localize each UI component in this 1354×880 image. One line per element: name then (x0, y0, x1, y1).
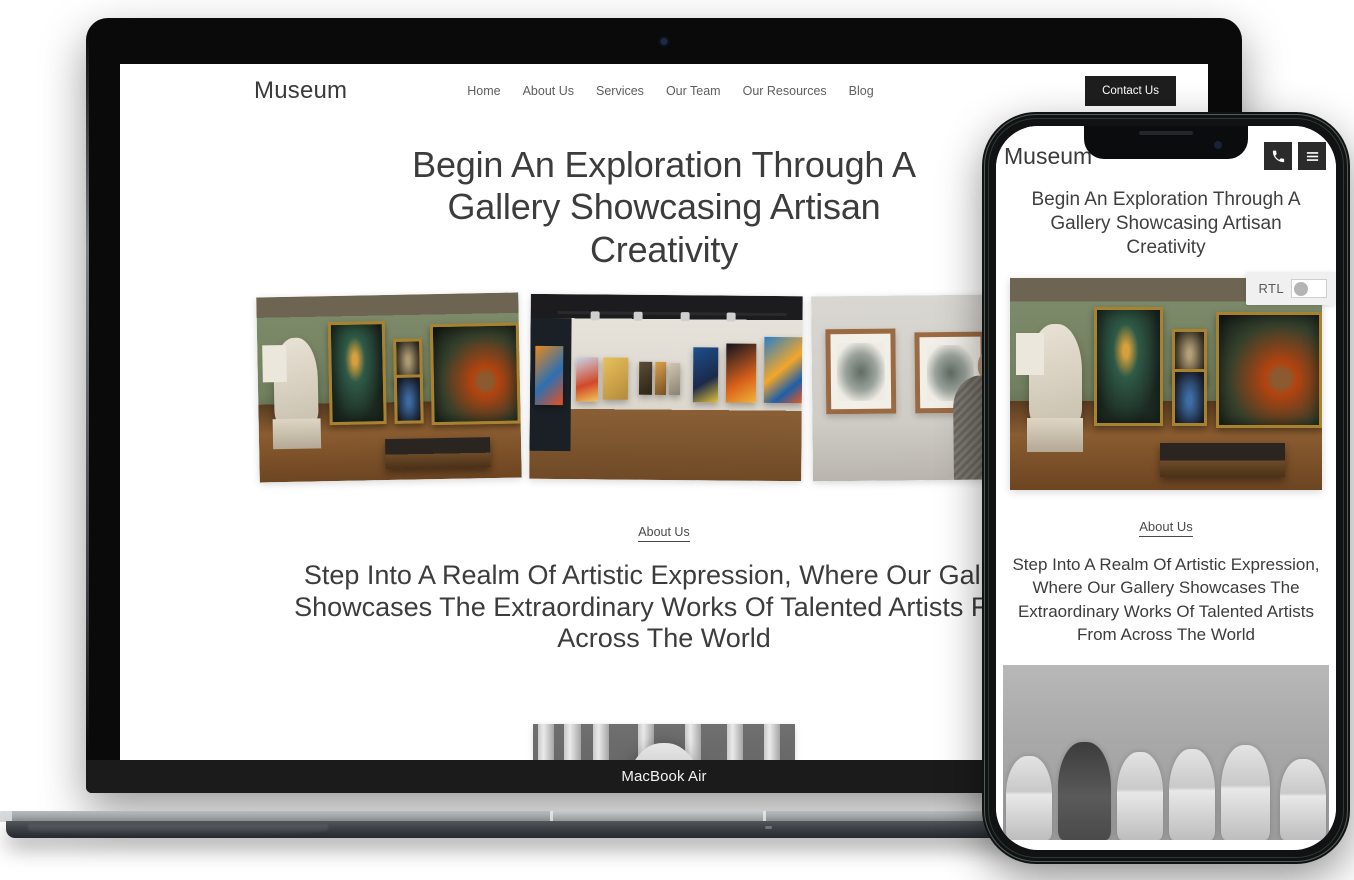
mobile-header-actions (1264, 142, 1326, 170)
mobile-website-viewport: Museum Begin An Exploration Through A Ga… (996, 126, 1336, 840)
mobile-about-heading: Step Into A Realm Of Artistic Expression… (1012, 554, 1320, 645)
about-heading: Step Into A Realm Of Artistic Expression… (294, 560, 1034, 654)
device-mockup-scene: Museum Home About Us Services Our Team O… (0, 0, 1354, 880)
mobile-site-logo[interactable]: Museum (1004, 143, 1092, 170)
about-image-statue-colonnade[interactable] (533, 724, 795, 760)
mobile-hero-heading: Begin An Exploration Through A Gallery S… (1031, 189, 1301, 258)
nav-item-home[interactable]: Home (467, 84, 500, 98)
gallery-image-modern-hall[interactable] (529, 294, 803, 482)
desktop-site-header: Museum Home About Us Services Our Team O… (120, 64, 1208, 118)
rtl-toggle-switch[interactable] (1291, 279, 1327, 298)
gallery-image-classical-room[interactable] (256, 292, 522, 483)
hero-heading: Begin An Exploration Through A Gallery S… (412, 144, 916, 270)
rtl-toggle-label: RTL (1258, 281, 1284, 296)
mobile-about-eyebrow-label: About Us (1139, 519, 1193, 537)
nav-item-our-team[interactable]: Our Team (666, 84, 721, 98)
hamburger-menu-icon (1306, 151, 1318, 161)
phone-icon-button[interactable] (1264, 142, 1292, 170)
nav-item-services[interactable]: Services (596, 84, 644, 98)
nav-item-our-resources[interactable]: Our Resources (743, 84, 827, 98)
laptop-camera-icon (660, 38, 668, 45)
mobile-about-image-busts[interactable] (1003, 664, 1329, 840)
phone-speaker (1139, 131, 1193, 135)
nav-item-blog[interactable]: Blog (849, 84, 874, 98)
primary-navigation: Home About Us Services Our Team Our Reso… (467, 84, 873, 98)
phone-icon (1272, 150, 1284, 162)
rtl-toggle-control[interactable]: RTL (1246, 272, 1336, 305)
laptop-model-name: MacBook Air (621, 768, 707, 785)
mobile-about-section: About Us Step Into A Realm Of Artistic E… (996, 518, 1336, 647)
about-eyebrow-label: About Us (638, 525, 690, 543)
phone-front-camera-icon (1214, 141, 1222, 149)
phone-screen: Museum Begin An Exploration Through A Ga… (996, 126, 1336, 850)
hamburger-menu-button[interactable] (1298, 142, 1326, 170)
phone-notch (1084, 126, 1248, 159)
iphone-mockup: Museum Begin An Exploration Through A Ga… (982, 112, 1350, 864)
rtl-toggle-knob (1294, 281, 1308, 296)
site-logo[interactable]: Museum (254, 77, 347, 105)
nav-item-about-us[interactable]: About Us (523, 84, 574, 98)
mobile-hero-image[interactable] (1010, 277, 1322, 490)
contact-us-button[interactable]: Contact Us (1085, 76, 1176, 106)
